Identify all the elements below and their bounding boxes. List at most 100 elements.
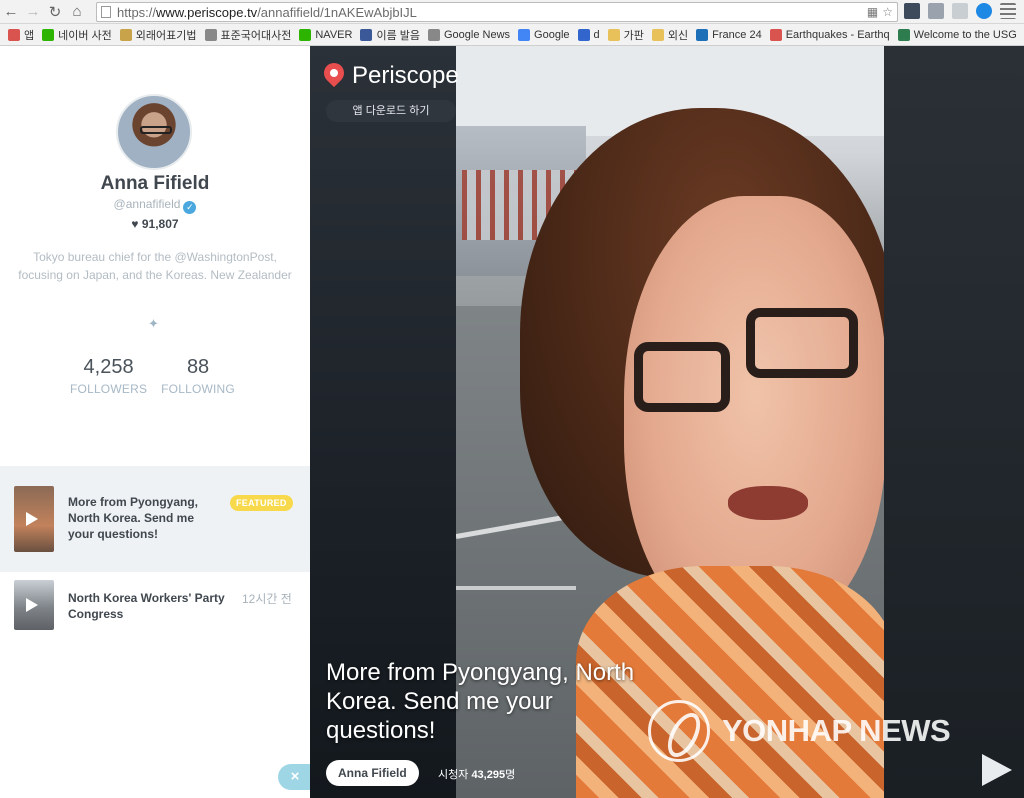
bookmark-item[interactable]: 이름 발음 [360, 27, 420, 43]
bookmark-item[interactable]: Earthquakes - Earthq [769, 28, 890, 41]
bookmark-label: 네이버 사전 [58, 29, 112, 42]
yonhap-logo-icon [648, 700, 710, 762]
bookmark-label: 앱 [24, 29, 35, 42]
download-app-button[interactable]: 앱 다운로드 하기 [326, 100, 456, 122]
bookmark-label: Google News [444, 28, 511, 41]
bookmark-label: Google [534, 28, 570, 41]
bookmark-label: Earthquakes - Earthq [785, 28, 890, 41]
bookmark-item[interactable]: Google [518, 28, 570, 41]
bookmark-icon [42, 28, 55, 41]
following-count: 88 [186, 356, 210, 378]
address-bar[interactable]: https://www.periscope.tv/annafifield/1nA… [96, 2, 898, 22]
bookmarks-bar: 앱 네이버 사전 외래어표기법 표준국어대사전 NAVER 이름 발음 Google New… [0, 24, 1024, 46]
hearts-value: 91,807 [141, 217, 179, 231]
bookmark-item[interactable]: NAVER [299, 28, 353, 41]
bookmark-label: 외래어표기법 [135, 29, 197, 42]
broadcast-title: More from Pyongyang, North Korea. Send m… [68, 495, 199, 541]
broadcast-caption: More from Pyongyang, North Korea. Send m… [326, 659, 635, 744]
viewers-label: 시청자 [438, 769, 469, 781]
broadcast-title: North Korea Workers' Party Congress [68, 591, 225, 621]
menu-icon[interactable] [1000, 3, 1016, 19]
following-stat[interactable]: 88 FOLLOWING [161, 356, 235, 396]
broadcast-thumbnail [14, 580, 54, 630]
reload-icon[interactable]: ↻ [44, 1, 66, 23]
brand-name: Periscope [352, 62, 459, 89]
followers-label: FOLLOWERS [70, 382, 148, 396]
bookmark-item[interactable]: 앱 [8, 27, 34, 43]
bookmark-star-icon[interactable]: ☆ [882, 5, 893, 19]
broadcast-time: 12시간 전 [242, 592, 292, 606]
bookmark-item[interactable]: France 24 [696, 28, 762, 41]
heart-icon: ♥ [131, 217, 139, 231]
bookmark-icon [651, 28, 664, 41]
broadcast-item-featured[interactable]: More from Pyongyang, North Korea. Send m… [0, 466, 310, 572]
bookmark-item[interactable]: 표준국어대사전 [204, 27, 292, 43]
video-stage: Periscope 앱 다운로드 하기 More from Pyongyang,… [310, 46, 1024, 798]
forward-icon[interactable]: → [22, 1, 44, 23]
twitter-icon[interactable]: ✦ [148, 316, 159, 332]
broadcast-item[interactable]: North Korea Workers' Party Congress 12시간… [0, 574, 310, 646]
viewer-count: 시청자 43,295명 [438, 766, 515, 782]
bookmark-item[interactable]: 외래어표기법 [119, 27, 197, 43]
bookmark-icon [696, 28, 709, 41]
play-icon [26, 598, 38, 612]
bookmark-icon [299, 28, 312, 41]
followers-stat[interactable]: 4,258 FOLLOWERS [70, 356, 147, 396]
bookmark-icon [769, 28, 782, 41]
bookmark-item[interactable]: d [577, 28, 600, 41]
browser-toolbar: ← → ↻ ⌂ https://www.periscope.tv/annafif… [0, 0, 1024, 24]
featured-badge: FEATURED [230, 495, 293, 511]
bookmark-label: NAVER [315, 28, 353, 41]
bookmark-label: 가판 [623, 29, 644, 42]
verified-icon: ✓ [183, 201, 197, 214]
bookmark-item[interactable]: 네이버 사전 [42, 27, 112, 43]
bookmark-icon [119, 28, 132, 41]
bookmark-label: 이름 발음 [376, 29, 420, 42]
profile-handle[interactable]: @annafifield ✓ [0, 197, 310, 214]
home-icon[interactable]: ⌂ [66, 1, 88, 23]
download-icon[interactable] [976, 3, 992, 19]
profile-bio: Tokyo bureau chief for the @WashingtonPo… [18, 250, 292, 282]
following-label: FOLLOWING [161, 382, 235, 396]
bookmark-item[interactable]: Welcome to the USG [897, 28, 1017, 41]
bookmark-icon [428, 28, 440, 41]
followers-count: 4,258 [83, 356, 134, 378]
extension-window-icon[interactable] [952, 3, 968, 19]
translate-icon[interactable]: ▦ [867, 5, 878, 19]
extension-icon[interactable] [904, 3, 920, 19]
bookmark-item[interactable]: 외신 [651, 27, 689, 43]
avatar[interactable] [116, 94, 192, 170]
stage-backdrop-right [884, 46, 1024, 798]
periscope-logo[interactable]: Periscope [319, 58, 459, 90]
profile-panel: Anna Fifield @annafifield ✓ ♥ 91,807 Toky… [0, 46, 312, 798]
watermark-text: YONHAP NEWS [722, 713, 951, 748]
play-icon [26, 512, 38, 526]
broadcaster-pill[interactable]: Anna Fifield [326, 760, 419, 786]
back-icon[interactable]: ← [0, 1, 22, 23]
bookmark-icon [897, 28, 910, 41]
profile-stats: 4,258 FOLLOWERS 88 FOLLOWING [70, 356, 235, 396]
close-button[interactable]: × [278, 764, 312, 790]
bookmark-label: Welcome to the USG [913, 28, 1017, 41]
yonhap-watermark: YONHAP NEWS [648, 700, 951, 762]
viewers-value: 43,295 [471, 769, 506, 781]
url-protocol: https:// [117, 4, 157, 20]
page-icon [101, 6, 111, 18]
extension-pin-icon[interactable] [928, 3, 944, 19]
periscope-logo-icon [319, 58, 349, 89]
bookmark-label: France 24 [712, 28, 762, 41]
next-broadcast-play-icon[interactable] [982, 754, 1012, 786]
profile-name[interactable]: Anna Fifield [0, 173, 310, 195]
viewers-unit: 명 [505, 769, 516, 781]
bookmark-icon [607, 28, 620, 41]
url-host: www.periscope.tv [156, 4, 258, 20]
bookmark-icon [577, 28, 590, 41]
bookmark-item[interactable]: Google News [428, 28, 511, 41]
bookmark-label: 외신 [667, 29, 689, 42]
bookmark-item[interactable]: 가판 [607, 27, 644, 43]
bookmark-icon [8, 28, 20, 41]
bookmark-label: 표준국어대사전 [220, 29, 292, 42]
bookmark-icon [518, 28, 531, 41]
handle-text: @annafifield [113, 197, 181, 211]
url-path: /annafifield/1nAKEwAbjbIJL [257, 4, 417, 20]
